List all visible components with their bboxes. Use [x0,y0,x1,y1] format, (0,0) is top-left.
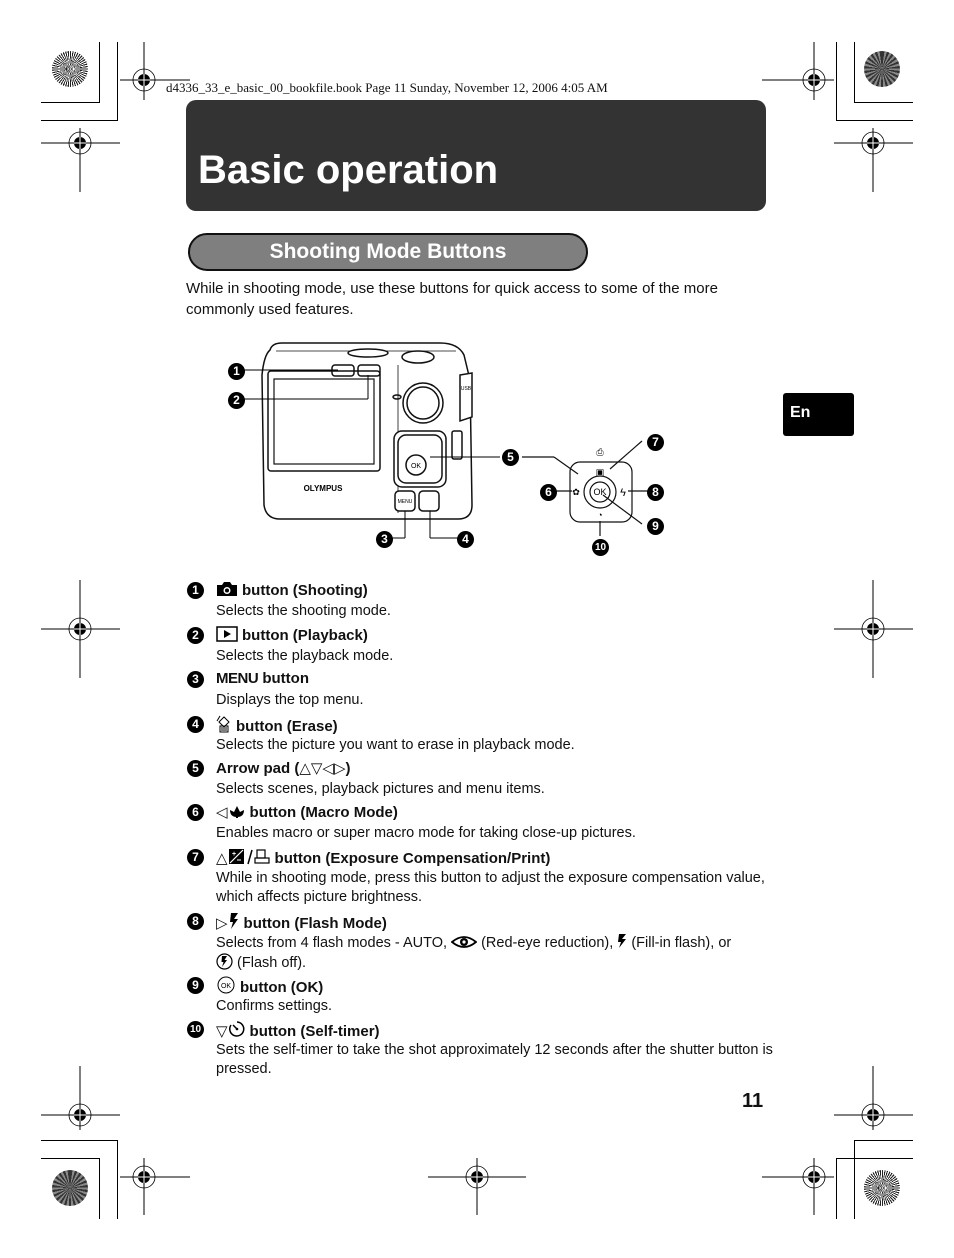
flash-icon [229,913,238,929]
camera-icon [217,582,237,596]
chapter-title-bar: Basic operation [186,100,766,211]
right-arrow-icon: ▷ [216,915,228,932]
erase-icon [216,715,230,733]
callout-1: 1 [228,362,245,380]
flash-icon: ϟ [620,487,626,499]
callout-6: 6 [540,483,557,501]
menu-label: MENU [216,670,259,687]
callout-2: 2 [228,391,245,409]
print-header: d4336_33_e_basic_00_bookfile.book Page 1… [166,80,608,95]
intro-paragraph: While in shooting mode, use these button… [186,280,718,318]
fill-in-flash-icon [618,934,627,948]
arrow-symbols: △▽◁▷ [299,760,346,777]
camera-body [261,342,473,520]
language-tab: En [783,393,854,436]
macro-icon: ✿ [572,487,580,497]
up-arrow-icon: △ [216,850,228,867]
camera-ok-label: OK [411,463,421,470]
flash-description: Selects from 4 flash modes - AUTO, (Red-… [216,934,732,971]
svg-text:OK: OK [221,983,231,990]
ok-icon: OK [217,976,235,994]
camera-brand: OLYMPUS [304,484,343,493]
camera-figure: OK MENU OLYMPUS USB OK ▣ ⎙ ✿ ϟ ◔ [244,342,648,539]
macro-icon [229,806,244,818]
exposure-icon: ▣ [596,467,605,477]
callout-4: 4 [457,530,474,548]
self-timer-icon: ◔ [597,510,602,520]
section-title: Shooting Mode Buttons [269,240,507,263]
exposure-print-icon: + [228,849,270,865]
chapter-title: Basic operation [198,148,499,192]
camera-port-label: USB [461,386,472,392]
language-tab-label: En [790,404,811,421]
callout-5: 5 [502,448,519,466]
callout-8: 8 [647,483,664,501]
left-arrow-icon: ◁ [216,804,228,821]
pad-ok-label: OK [593,487,606,497]
down-arrow-icon: ▽ [216,1023,228,1040]
svg-text:+: + [232,851,236,858]
section-heading: Shooting Mode Buttons [188,233,588,271]
print-icon: ⎙ [596,447,604,457]
callout-10: 10 [592,537,609,556]
callout-7: 7 [647,433,664,451]
callout-9: 9 [647,517,664,535]
self-timer-icon [228,1021,245,1037]
flash-off-icon [216,953,233,970]
page-number: 11 [742,1090,764,1112]
callout-3: 3 [376,530,393,548]
playback-icon [216,626,238,642]
camera-menu-label: MENU [398,499,413,505]
red-eye-icon [450,936,478,948]
